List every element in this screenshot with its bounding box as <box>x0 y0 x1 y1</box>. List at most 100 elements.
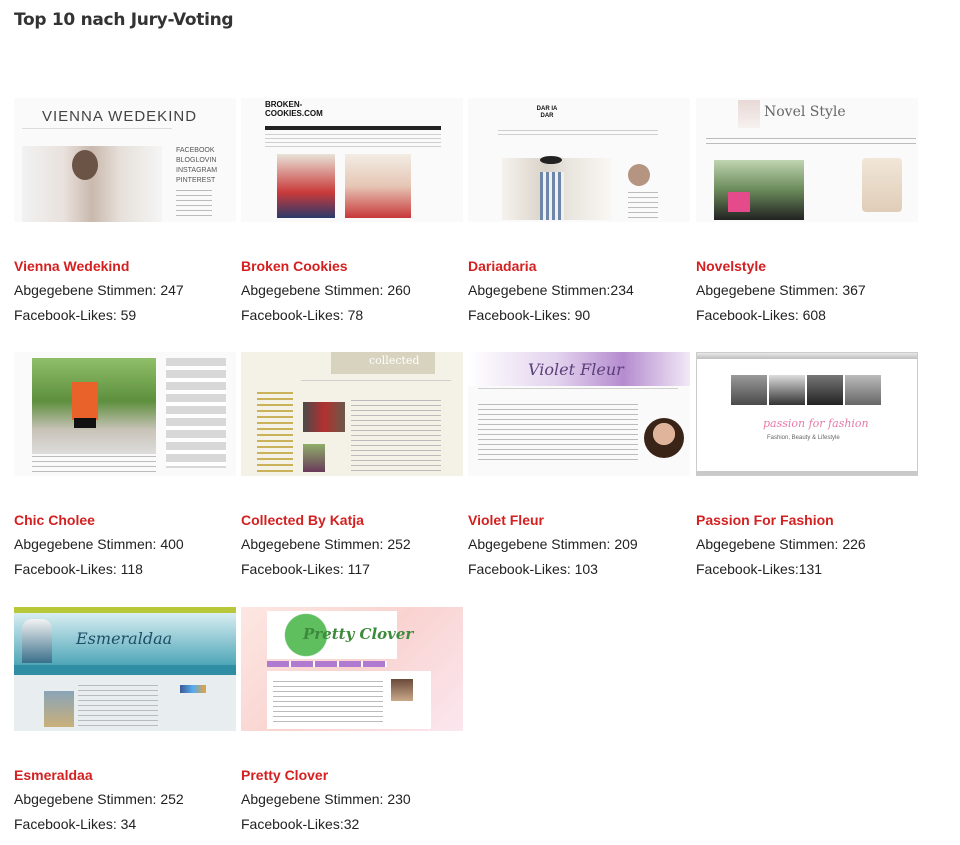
votes-count: Abgegebene Stimmen: 247 <box>14 282 184 298</box>
thumbnail-photo <box>277 154 335 218</box>
blog-card: VIENNA WEDEKIND FACEBOOK BLOGLOVIN INSTAGR… <box>14 98 236 323</box>
page-title: Top 10 nach Jury-Voting <box>14 10 234 30</box>
thumbnail-avatar <box>391 679 413 701</box>
blog-thumbnail[interactable]: Novel Style <box>696 98 918 222</box>
thumbnail-photo <box>345 154 411 218</box>
thumbnail-avatar <box>644 418 684 458</box>
blog-name[interactable]: Novelstyle <box>696 258 766 274</box>
blog-name[interactable]: Collected By Katja <box>241 512 364 528</box>
blog-name[interactable]: Violet Fleur <box>468 512 544 528</box>
blog-name[interactable]: Dariadaria <box>468 258 536 274</box>
thumbnail-nav <box>267 661 387 667</box>
thumbnail-text <box>176 190 212 218</box>
votes-count: Abgegebene Stimmen: 209 <box>468 536 638 552</box>
facebook-likes: Facebook-Likes: 34 <box>14 816 137 832</box>
blog-thumbnail[interactable]: collected <box>241 352 463 476</box>
thumbnail-photo <box>72 382 98 420</box>
blog-name[interactable]: Esmeraldaa <box>14 767 93 783</box>
thumbnail-photo <box>303 402 345 432</box>
votes-count: Abgegebene Stimmen: 252 <box>14 791 184 807</box>
thumbnail-logo: VIENNA WEDEKIND <box>42 108 198 125</box>
thumbnail-photo <box>72 150 98 180</box>
facebook-likes: Facebook-Likes: 59 <box>14 307 137 323</box>
thumbnail-widget <box>862 158 902 212</box>
blog-thumbnail[interactable] <box>14 352 236 476</box>
thumbnail-sidebar <box>166 358 226 468</box>
votes-count: Abgegebene Stimmen:234 <box>468 282 634 298</box>
votes-count: Abgegebene Stimmen: 230 <box>241 791 411 807</box>
thumbnail-photo <box>540 156 562 164</box>
facebook-likes: Facebook-Likes: 118 <box>14 561 143 577</box>
thumbnail-photo <box>769 375 805 405</box>
votes-count: Abgegebene Stimmen: 226 <box>696 536 866 552</box>
thumbnail-nav <box>14 665 236 675</box>
thumbnail-nav <box>265 126 441 130</box>
votes-count: Abgegebene Stimmen: 252 <box>241 536 411 552</box>
facebook-likes: Facebook-Likes: 608 <box>696 307 826 323</box>
blog-name[interactable]: Chic Cholee <box>14 512 95 528</box>
thumbnail-sidebar <box>257 392 293 472</box>
facebook-likes: Facebook-Likes: 103 <box>468 561 598 577</box>
blog-card: passion for fashion Fashion, Beauty & Li… <box>696 352 918 577</box>
thumbnail-photo <box>44 691 74 727</box>
blog-thumbnail[interactable]: Violet Fleur <box>468 352 690 476</box>
facebook-likes: Facebook-Likes:32 <box>241 816 360 832</box>
thumbnail-nav <box>478 388 678 392</box>
thumbnail-text <box>32 456 156 472</box>
blog-card: DAR IA DAR Dariadaria Abgegebene Stimmen… <box>468 98 690 323</box>
thumbnail-logo: Esmeraldaa <box>76 629 173 648</box>
blog-thumbnail[interactable]: VIENNA WEDEKIND FACEBOOK BLOGLOVIN INSTAGR… <box>14 98 236 222</box>
votes-count: Abgegebene Stimmen: 260 <box>241 282 411 298</box>
thumbnail-text <box>351 400 441 472</box>
thumbnail-tagline: Fashion, Beauty & Lifestyle <box>767 435 840 441</box>
thumbnail-logo: collected <box>369 354 420 367</box>
blog-card: BROKEN-COOKIES.COM Broken Cookies Abgege… <box>241 98 463 323</box>
thumbnail-text <box>78 685 158 727</box>
facebook-likes: Facebook-Likes: 117 <box>241 561 370 577</box>
thumbnail-photo <box>807 375 843 405</box>
blog-name[interactable]: Vienna Wedekind <box>14 258 129 274</box>
votes-count: Abgegebene Stimmen: 367 <box>696 282 866 298</box>
thumbnail-text <box>265 134 441 150</box>
thumbnail-photo <box>303 444 325 472</box>
blog-card: Violet Fleur Violet Fleur Abgegebene Sti… <box>468 352 690 577</box>
thumbnail-logo: Pretty Clover <box>303 625 414 643</box>
blog-card: Novel Style Novelstyle Abgegebene Stimme… <box>696 98 918 323</box>
thumbnail-avatar <box>628 164 650 186</box>
blog-name[interactable]: Pretty Clover <box>241 767 328 783</box>
thumbnail-text <box>273 681 383 725</box>
thumbnail-menu: FACEBOOK BLOGLOVIN INSTAGRAM PINTEREST <box>176 147 218 184</box>
thumbnail-illustration <box>738 100 760 128</box>
thumbnail-logo: passion for fashion <box>763 417 869 430</box>
thumbnail-text <box>628 192 658 218</box>
blog-card: Chic Cholee Abgegebene Stimmen: 400 Face… <box>14 352 236 577</box>
blog-name[interactable]: Passion For Fashion <box>696 512 834 528</box>
thumbnail-logo: Novel Style <box>764 104 846 120</box>
thumbnail-logo: Violet Fleur <box>528 360 624 379</box>
facebook-likes: Facebook-Likes: 90 <box>468 307 591 323</box>
thumbnail-nav <box>706 138 916 144</box>
blog-thumbnail[interactable]: Esmeraldaa <box>14 607 236 731</box>
thumbnail-photo <box>728 192 750 212</box>
thumbnail-social <box>180 685 206 693</box>
blog-name[interactable]: Broken Cookies <box>241 258 348 274</box>
blog-card: Esmeraldaa Esmeraldaa Abgegebene Stimmen… <box>14 607 236 832</box>
thumbnail-photo <box>731 375 767 405</box>
votes-count: Abgegebene Stimmen: 400 <box>14 536 184 552</box>
facebook-likes: Facebook-Likes:131 <box>696 561 823 577</box>
thumbnail-logo: DAR IA DAR <box>536 106 558 119</box>
blog-thumbnail[interactable]: passion for fashion Fashion, Beauty & Li… <box>696 352 918 476</box>
thumbnail-illustration <box>22 619 52 663</box>
blog-card: collected Collected By Katja Abgegebene … <box>241 352 463 577</box>
blog-thumbnail[interactable]: Pretty Clover <box>241 607 463 731</box>
blog-thumbnail[interactable]: DAR IA DAR <box>468 98 690 222</box>
thumbnail-logo: BROKEN-COOKIES.COM <box>265 100 323 118</box>
blog-thumbnail[interactable]: BROKEN-COOKIES.COM <box>241 98 463 222</box>
thumbnail-nav <box>301 380 451 384</box>
thumbnail-photo <box>540 172 564 220</box>
divider <box>22 128 172 129</box>
facebook-likes: Facebook-Likes: 78 <box>241 307 364 323</box>
thumbnail-browser-bar <box>697 353 917 359</box>
blog-card: Pretty Clover Pretty Clover Abgegebene S… <box>241 607 463 832</box>
thumbnail-nav <box>498 130 658 135</box>
